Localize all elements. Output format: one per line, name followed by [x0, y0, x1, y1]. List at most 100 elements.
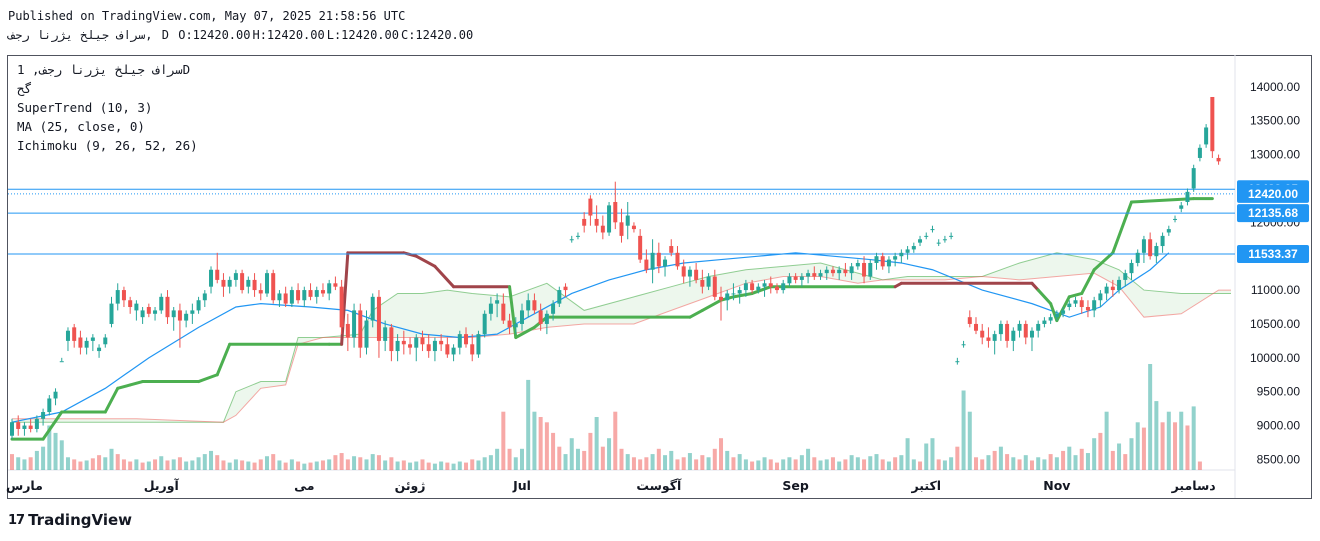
candle-body [240, 273, 245, 291]
candle-body [949, 235, 954, 237]
volume-bar [855, 457, 860, 470]
candle-body [153, 310, 158, 314]
price-chart[interactable]: 8500.00 9000.00 9500.00 10000.00 10500.00 110… [0, 0, 1320, 541]
volume-bar [215, 455, 220, 470]
candle-body [72, 327, 77, 341]
candle-body [1092, 300, 1097, 311]
candle-body [171, 310, 176, 318]
volume-bar [781, 459, 786, 470]
volume-bar [737, 454, 742, 470]
volume-bar [743, 459, 748, 470]
candle-body [519, 310, 524, 324]
supertrend-segment [1067, 291, 1084, 299]
candle-body [818, 273, 823, 277]
candle-body [538, 310, 543, 324]
volume-bar [563, 454, 568, 470]
candle-body [650, 252, 655, 270]
volume-bar [414, 461, 419, 470]
candle-body [84, 340, 89, 348]
candle-body [140, 310, 145, 318]
legend-ma[interactable]: MA (25, close, 0) [17, 119, 145, 134]
volume-bar [700, 455, 705, 470]
candle-body [812, 273, 817, 277]
candle-body [221, 279, 226, 287]
volume-bar [333, 455, 338, 470]
legend-symbol: سراف جیلخ یژرنا رجف, 1D [17, 62, 191, 77]
volume-bar [22, 459, 27, 470]
candle-body [308, 290, 313, 297]
candle-body [159, 296, 164, 311]
candle-body [880, 256, 885, 267]
candle-body [781, 283, 786, 291]
volume-bar [936, 459, 941, 470]
volume-bar [128, 461, 133, 470]
volume-bar [998, 446, 1003, 470]
tradingview-brand[interactable]: 17 TradingView [8, 511, 132, 529]
volume-bar [1104, 411, 1109, 470]
candle-body [631, 225, 636, 230]
volume-bar [426, 462, 431, 470]
legend-supertrend[interactable]: SuperTrend (10, 3) [17, 100, 152, 115]
candle-body [936, 242, 941, 244]
candle-body [824, 269, 829, 274]
candle-body [868, 262, 873, 277]
volume-bar [1123, 454, 1128, 470]
candle-body [65, 330, 70, 341]
candle-body [1073, 300, 1078, 304]
volume-bar [880, 459, 885, 470]
candle-body [196, 300, 201, 311]
volume-bar [370, 454, 375, 470]
candle-body [1085, 307, 1090, 311]
volume-bar [283, 462, 288, 470]
volume-bar [451, 463, 456, 470]
x-tick-label: ژوئن [395, 478, 426, 493]
candle-body [1042, 320, 1047, 324]
candle-body [942, 239, 947, 241]
y-tick-label: 14000.00 [1250, 80, 1300, 94]
volume-bar [146, 461, 151, 470]
volume-bar [694, 459, 699, 470]
legend-ichimoku[interactable]: Ichimoku (9, 26, 52, 26) [17, 138, 198, 153]
candle-body [252, 279, 257, 291]
y-tick-label: 10500.00 [1250, 317, 1300, 331]
candle-body [774, 286, 779, 291]
volume-bar [109, 448, 114, 470]
volume-bar [1197, 461, 1202, 470]
volume-bar [78, 461, 83, 470]
volume-bar [961, 390, 966, 470]
volume-bar [650, 454, 655, 470]
volume-bar [408, 462, 413, 470]
volume-bar [41, 446, 46, 470]
supertrend-segment [688, 308, 704, 319]
volume-bar [942, 460, 947, 470]
candle-body [974, 323, 979, 331]
candle-body [793, 276, 798, 280]
supertrend-segment [750, 285, 773, 295]
legend-sub: گح [17, 81, 33, 96]
volume-bar [488, 455, 493, 470]
supertrend-segment [700, 298, 723, 312]
volume-bar [383, 460, 388, 470]
candle-body [911, 246, 916, 250]
candle-body [986, 337, 991, 341]
candle-body [320, 290, 325, 294]
candle-body [855, 262, 860, 267]
ichimoku-span-a [12, 252, 1231, 423]
volume-bar [551, 432, 556, 470]
volume-bar [625, 454, 630, 470]
candle-body [669, 246, 674, 253]
volume-bar [607, 438, 612, 470]
volume-bar [1135, 422, 1140, 470]
candle-body [426, 344, 431, 352]
volume-bar [1129, 438, 1134, 470]
candle-body [445, 344, 450, 355]
volume-bar [90, 458, 95, 470]
volume-bar [613, 411, 618, 470]
volume-bar [793, 459, 798, 470]
candle-body [115, 290, 120, 304]
candle-body [22, 425, 27, 429]
candle-body [1185, 191, 1190, 202]
volume-bar [924, 443, 929, 470]
volume-bar [184, 461, 189, 470]
candle-body [1017, 323, 1022, 331]
